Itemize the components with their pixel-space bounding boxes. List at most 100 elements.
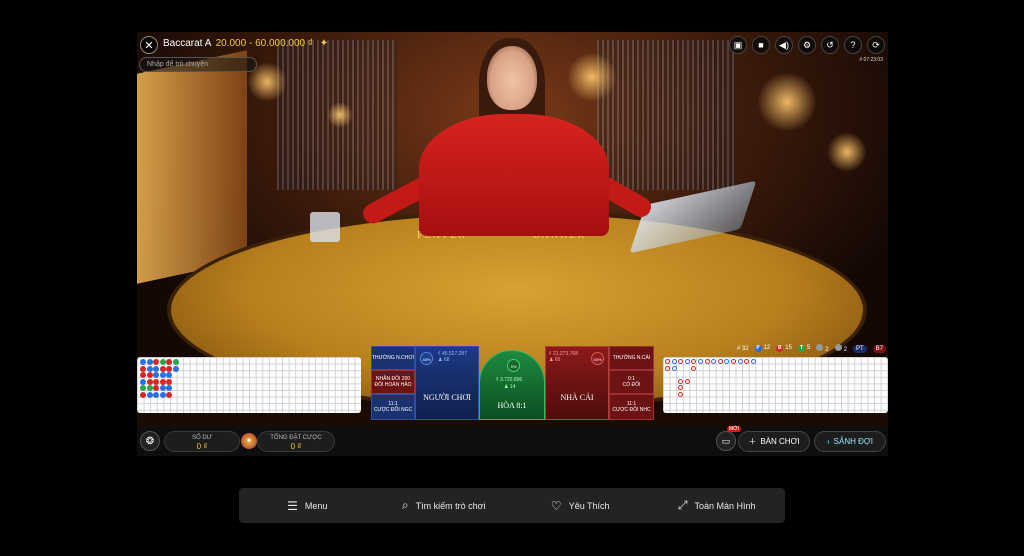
tie-wins: T5 bbox=[797, 345, 810, 352]
player-pair-label: THƯỜNG N.CHƠI bbox=[372, 355, 415, 361]
road-bead bbox=[146, 385, 153, 392]
plus-icon: ＋ bbox=[748, 437, 757, 446]
chips-button[interactable]: ❂ bbox=[140, 431, 160, 451]
player-pair-bet[interactable]: THƯỜNG N.CHƠI bbox=[371, 346, 415, 370]
footer-item-fullscreen[interactable]: ⤢ Toàn Màn Hình bbox=[649, 488, 786, 523]
road-bead bbox=[140, 359, 146, 365]
road-bead bbox=[166, 378, 173, 385]
road-mark bbox=[744, 359, 750, 364]
dealer bbox=[419, 114, 609, 236]
road-bead bbox=[166, 365, 173, 372]
perfect-pair-bet[interactable]: 0:1 CÓ ĐÔI bbox=[609, 370, 654, 394]
table-name: Baccarat A bbox=[163, 38, 211, 49]
player-dot: P bbox=[754, 345, 762, 352]
either-pair-bet[interactable]: NHÂN ĐÔI 200 ĐÔI HOÀN HẢO bbox=[371, 370, 415, 394]
road-bead bbox=[153, 378, 160, 385]
tie-label: HÒA 8:1 bbox=[497, 400, 527, 410]
decor-panel bbox=[137, 50, 247, 284]
banker-bonus-bet[interactable]: 11:1 CƯỢC ĐÔI NHC bbox=[609, 394, 654, 420]
total-bet-label: TỔNG ĐẶT CƯỢC bbox=[270, 435, 322, 441]
settings-icon: ⚙ bbox=[802, 39, 812, 50]
more-tables-button[interactable]: ＋ BÀN CHƠI bbox=[738, 431, 810, 452]
more-tables-label: BÀN CHƠI bbox=[760, 437, 800, 446]
banker-bet[interactable]: 50% ₫ 21.273.768 ♟ 65 NHÀ CÁI bbox=[545, 346, 609, 420]
road-mark bbox=[737, 359, 743, 364]
settings-button[interactable]: ⚙ bbox=[798, 36, 816, 54]
round-count: # 32 bbox=[736, 345, 749, 352]
bottom-bar: ❂ SỐ DƯ 0 ₫ ● TỔNG ĐẶT CƯỢC 0 ₫ ▭ MỚI ＋ … bbox=[137, 426, 888, 456]
road-bead bbox=[166, 392, 173, 398]
player-bet[interactable]: 45% ₫ 45.527.287 ♟ 68 NGƯỜI CHƠI bbox=[415, 346, 479, 420]
total-bet-display: TỔNG ĐẶT CƯỢC 0 ₫ bbox=[257, 431, 335, 452]
tie-dot: T bbox=[797, 345, 805, 352]
road-bead bbox=[159, 372, 166, 379]
road-bead bbox=[146, 359, 153, 365]
footer-item-label: Tìm kiếm trò chơi bbox=[415, 500, 486, 511]
chips-icon: ❂ bbox=[145, 435, 155, 447]
road-bead bbox=[146, 365, 153, 372]
discard-tray bbox=[310, 212, 340, 242]
road-mark bbox=[684, 359, 690, 364]
road-bead bbox=[166, 359, 173, 365]
player-percent: 45% bbox=[420, 352, 433, 365]
road-bead bbox=[153, 392, 160, 398]
road-bead bbox=[153, 372, 160, 379]
tie-people: ♟ 14 bbox=[504, 384, 516, 390]
player-wins: P 12 bbox=[754, 345, 770, 352]
road-bead bbox=[146, 372, 153, 379]
bead-road[interactable] bbox=[137, 357, 361, 413]
road-bead bbox=[159, 365, 166, 372]
road-mark bbox=[671, 365, 677, 371]
footer-item-menu[interactable]: ☰ Menu bbox=[239, 488, 376, 523]
bokeh-light bbox=[827, 132, 867, 172]
volume-icon: ◀) bbox=[779, 39, 789, 50]
road-mark bbox=[665, 359, 670, 364]
help-button[interactable]: ? bbox=[844, 36, 862, 54]
favorite-star-icon[interactable]: ✦ bbox=[320, 38, 328, 49]
banker-prediction[interactable]: B7 bbox=[872, 344, 886, 353]
big-road[interactable] bbox=[663, 357, 888, 413]
heart-icon: ♡ bbox=[550, 498, 562, 513]
road-mark bbox=[678, 359, 684, 364]
chevron-right-icon: › bbox=[827, 437, 830, 446]
pair-a-count: 2 bbox=[825, 347, 829, 353]
player-people: ♟ 68 bbox=[438, 357, 450, 363]
pair-b: 2 bbox=[834, 344, 847, 353]
betting-area: THƯỜNG N.CHƠI NHÂN ĐÔI 200 ĐÔI HOÀN HẢO … bbox=[371, 346, 654, 420]
road-bead bbox=[173, 359, 179, 365]
road-bead bbox=[153, 365, 160, 372]
chat-button[interactable]: ▣ bbox=[729, 36, 747, 54]
road-mark bbox=[678, 378, 684, 384]
perfect-pair-label: CÓ ĐÔI bbox=[622, 382, 641, 388]
banker-pair-bet[interactable]: THƯỜNG N.CÁI bbox=[609, 346, 654, 370]
close-button[interactable]: ✕ bbox=[140, 36, 158, 54]
player-bonus-bet[interactable]: 11:1 CƯỢC ĐÔI NGC bbox=[371, 394, 415, 420]
multi-table-button[interactable]: ▭ bbox=[716, 431, 736, 451]
bokeh-light bbox=[327, 102, 353, 128]
reload-button[interactable]: ⟳ bbox=[867, 36, 885, 54]
footer-item-label: Menu bbox=[304, 500, 328, 511]
history-button[interactable]: ↺ bbox=[821, 36, 839, 54]
road-bead bbox=[146, 378, 153, 385]
road-bead bbox=[140, 372, 146, 379]
tie-amount: ₫ 3.720.896 bbox=[496, 377, 523, 383]
fullscreen-icon: ⤢ bbox=[677, 498, 688, 512]
top-toolbar: ▣ ■ ◀) ⚙ ↺? ⟳ bbox=[729, 36, 885, 54]
road-bead bbox=[140, 378, 146, 385]
volume-button[interactable]: ◀) bbox=[775, 36, 793, 54]
decor-screen bbox=[597, 40, 737, 190]
lobby-button[interactable]: › SẢNH ĐỢI bbox=[814, 431, 886, 452]
banker-dot: B bbox=[776, 345, 784, 352]
tables-icon: ▭ bbox=[721, 435, 731, 446]
video-button[interactable]: ■ bbox=[752, 36, 770, 54]
game-id: # 07:23:03 bbox=[859, 57, 883, 63]
player-prediction[interactable]: PT bbox=[852, 344, 867, 353]
footer-item-heart[interactable]: ♡ Yêu Thích bbox=[512, 488, 649, 523]
chat-input[interactable]: Nhập để trò chuyện bbox=[139, 57, 257, 72]
road-bead bbox=[166, 372, 173, 379]
bet-limits[interactable]: 20.000 - 60.000.000 ₫ bbox=[216, 38, 313, 49]
banker-bonus-label: CƯỢC ĐÔI NHC bbox=[612, 407, 651, 413]
footer-item-search[interactable]: ⌕ Tìm kiếm trò chơi bbox=[376, 488, 513, 523]
player-label: NGƯỜI CHƠI bbox=[423, 392, 471, 402]
tie-bet[interactable]: 5% ₫ 3.720.896 ♟ 14 HÒA 8:1 bbox=[479, 350, 545, 420]
